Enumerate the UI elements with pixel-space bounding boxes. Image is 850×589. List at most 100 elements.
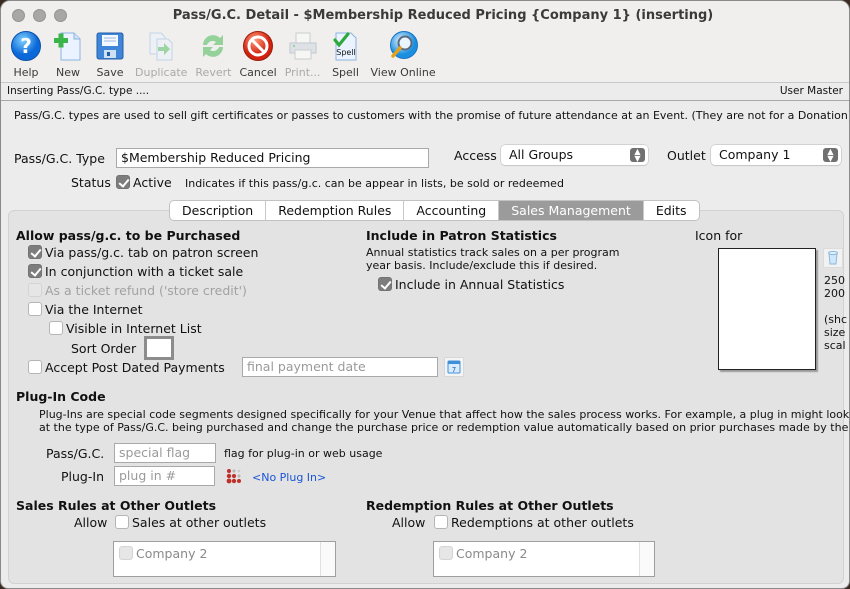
calendar-button[interactable]: 7 bbox=[444, 357, 464, 377]
ticket-refund-label: As a ticket refund ('store credit') bbox=[45, 283, 247, 298]
list-item[interactable]: Company 2 bbox=[119, 546, 207, 561]
view-online-button[interactable]: View Online bbox=[367, 29, 440, 81]
redemption-allow-label: Allow bbox=[392, 515, 426, 530]
include-annual-checkbox[interactable] bbox=[378, 277, 392, 291]
no-plugin-link[interactable]: <No Plug In> bbox=[252, 471, 326, 484]
new-document-icon bbox=[51, 29, 85, 63]
visible-internet-row[interactable]: Visible in Internet List bbox=[49, 321, 202, 336]
via-internet-row[interactable]: Via the Internet bbox=[28, 302, 143, 317]
outlet-select[interactable]: Company 1 ▲ ▼ bbox=[711, 145, 841, 165]
active-label: Active bbox=[133, 175, 172, 190]
spell-check-icon: Spell bbox=[329, 29, 363, 63]
outlet-label: Outlet bbox=[667, 148, 706, 163]
floppy-disk-icon bbox=[93, 29, 127, 63]
sort-order-input[interactable] bbox=[144, 336, 174, 360]
save-label: Save bbox=[96, 66, 124, 79]
select-arrows-icon: ▲ ▼ bbox=[630, 148, 645, 163]
via-tab-checkbox[interactable] bbox=[28, 245, 42, 259]
icon-dimension-2: 200 bbox=[824, 287, 845, 300]
window-title: Pass/G.C. Detail - $Membership Reduced P… bbox=[172, 8, 714, 23]
post-dated-checkbox[interactable] bbox=[28, 360, 42, 374]
tab-sales-management[interactable]: Sales Management bbox=[499, 201, 644, 220]
cancel-icon bbox=[241, 29, 275, 63]
icon-note-2: size bbox=[824, 326, 846, 339]
svg-text:7: 7 bbox=[452, 366, 456, 374]
via-internet-checkbox[interactable] bbox=[28, 302, 42, 316]
printer-icon bbox=[286, 29, 320, 63]
sales-other-outlets-row[interactable]: Sales at other outlets bbox=[115, 515, 266, 530]
tab-accounting[interactable]: Accounting bbox=[404, 201, 500, 220]
sales-other-outlets-label: Sales at other outlets bbox=[132, 515, 267, 530]
duplicate-label: Duplicate bbox=[135, 66, 188, 79]
select-arrows-icon: ▲ ▼ bbox=[823, 148, 838, 163]
new-button[interactable]: New bbox=[47, 29, 89, 81]
via-tab-row[interactable]: Via pass/g.c. tab on patron screen bbox=[28, 245, 258, 260]
purchase-heading: Allow pass/g.c. to be Purchased bbox=[16, 228, 241, 243]
access-value: All Groups bbox=[509, 147, 574, 162]
redemptions-other-outlets-checkbox[interactable] bbox=[434, 515, 448, 529]
statistics-heading: Include in Patron Statistics bbox=[366, 228, 557, 243]
help-button[interactable]: ? Help bbox=[5, 29, 47, 81]
via-tab-label: Via pass/g.c. tab on patron screen bbox=[45, 245, 259, 260]
help-icon: ? bbox=[9, 29, 43, 63]
icon-image-well[interactable] bbox=[718, 248, 816, 370]
sales-other-outlets-checkbox[interactable] bbox=[115, 515, 129, 529]
revert-arrows-icon bbox=[196, 29, 230, 63]
calendar-icon: 7 bbox=[447, 360, 461, 374]
help-label: Help bbox=[13, 66, 39, 79]
print-button[interactable]: Print... bbox=[281, 29, 325, 81]
outlet-checkbox[interactable] bbox=[439, 546, 453, 560]
titlebar: Pass/G.C. Detail - $Membership Reduced P… bbox=[1, 1, 849, 83]
plugin-description-2: at the type of Pass/G.C. being purchased… bbox=[39, 421, 849, 434]
plugin-picker-button[interactable] bbox=[223, 465, 245, 487]
status-hint: Indicates if this pass/g.c. can be appea… bbox=[185, 177, 564, 190]
post-dated-row[interactable]: Accept Post Dated Payments bbox=[28, 360, 225, 375]
tab-redemption-rules[interactable]: Redemption Rules bbox=[266, 201, 405, 220]
view-online-label: View Online bbox=[370, 66, 436, 79]
redemptions-other-outlets-row[interactable]: Redemptions at other outlets bbox=[434, 515, 634, 530]
flag-hint: flag for plug-in or web usage bbox=[224, 447, 383, 460]
pass-type-input[interactable]: $Membership Reduced Pricing bbox=[116, 148, 429, 168]
magnifier-globe-icon bbox=[386, 29, 420, 63]
flag-label: Pass/G.C. bbox=[46, 446, 105, 461]
scrollbar[interactable] bbox=[639, 542, 654, 576]
tab-description[interactable]: Description bbox=[170, 201, 267, 220]
visible-internet-checkbox[interactable] bbox=[49, 321, 63, 335]
include-annual-row[interactable]: Include in Annual Statistics bbox=[378, 277, 564, 292]
duplicate-icon bbox=[144, 29, 178, 63]
with-ticket-label: In conjunction with a ticket sale bbox=[45, 264, 244, 279]
current-user: User Master bbox=[779, 85, 843, 97]
access-select[interactable]: All Groups ▲ ▼ bbox=[501, 145, 648, 165]
revert-button[interactable]: Revert bbox=[191, 29, 235, 81]
sort-order-label: Sort Order bbox=[71, 341, 137, 356]
detail-tabs: Description Redemption Rules Accounting … bbox=[169, 200, 700, 221]
active-checkbox-row[interactable]: Active bbox=[116, 175, 172, 190]
sales-outlets-list[interactable]: Company 2 bbox=[113, 541, 336, 577]
spell-button[interactable]: Spell Spell bbox=[325, 29, 367, 81]
with-ticket-row[interactable]: In conjunction with a ticket sale bbox=[28, 264, 243, 279]
cancel-button[interactable]: Cancel bbox=[235, 29, 280, 81]
revert-label: Revert bbox=[195, 66, 232, 79]
tab-edits[interactable]: Edits bbox=[644, 201, 699, 220]
save-button[interactable]: Save bbox=[89, 29, 131, 81]
include-annual-label: Include in Annual Statistics bbox=[395, 277, 565, 292]
list-item[interactable]: Company 2 bbox=[439, 546, 527, 561]
svg-text:Spell: Spell bbox=[336, 48, 356, 57]
with-ticket-checkbox[interactable] bbox=[28, 264, 42, 278]
spell-label: Spell bbox=[332, 66, 359, 79]
redemption-rules-heading: Redemption Rules at Other Outlets bbox=[366, 498, 614, 513]
clear-icon-button[interactable] bbox=[823, 248, 843, 268]
plugin-description-1: Plug-Ins are special code segments desig… bbox=[39, 408, 850, 421]
outlet-checkbox[interactable] bbox=[119, 546, 133, 560]
duplicate-button[interactable]: Duplicate bbox=[131, 29, 191, 81]
special-flag-input[interactable]: special flag bbox=[114, 443, 216, 463]
plugin-heading: Plug-In Code bbox=[16, 389, 106, 404]
statistics-description-2: year basis. Include/exclude this if desi… bbox=[366, 259, 598, 272]
status-message: Inserting Pass/G.C. type .... bbox=[7, 85, 150, 97]
final-payment-date-input[interactable]: final payment date bbox=[242, 357, 438, 377]
active-checkbox[interactable] bbox=[116, 175, 130, 189]
status-bar: Inserting Pass/G.C. type .... User Maste… bbox=[1, 83, 849, 101]
scrollbar[interactable] bbox=[320, 542, 335, 576]
redemption-outlets-list[interactable]: Company 2 bbox=[433, 541, 655, 577]
plugin-number-input[interactable]: plug in # bbox=[114, 466, 215, 486]
